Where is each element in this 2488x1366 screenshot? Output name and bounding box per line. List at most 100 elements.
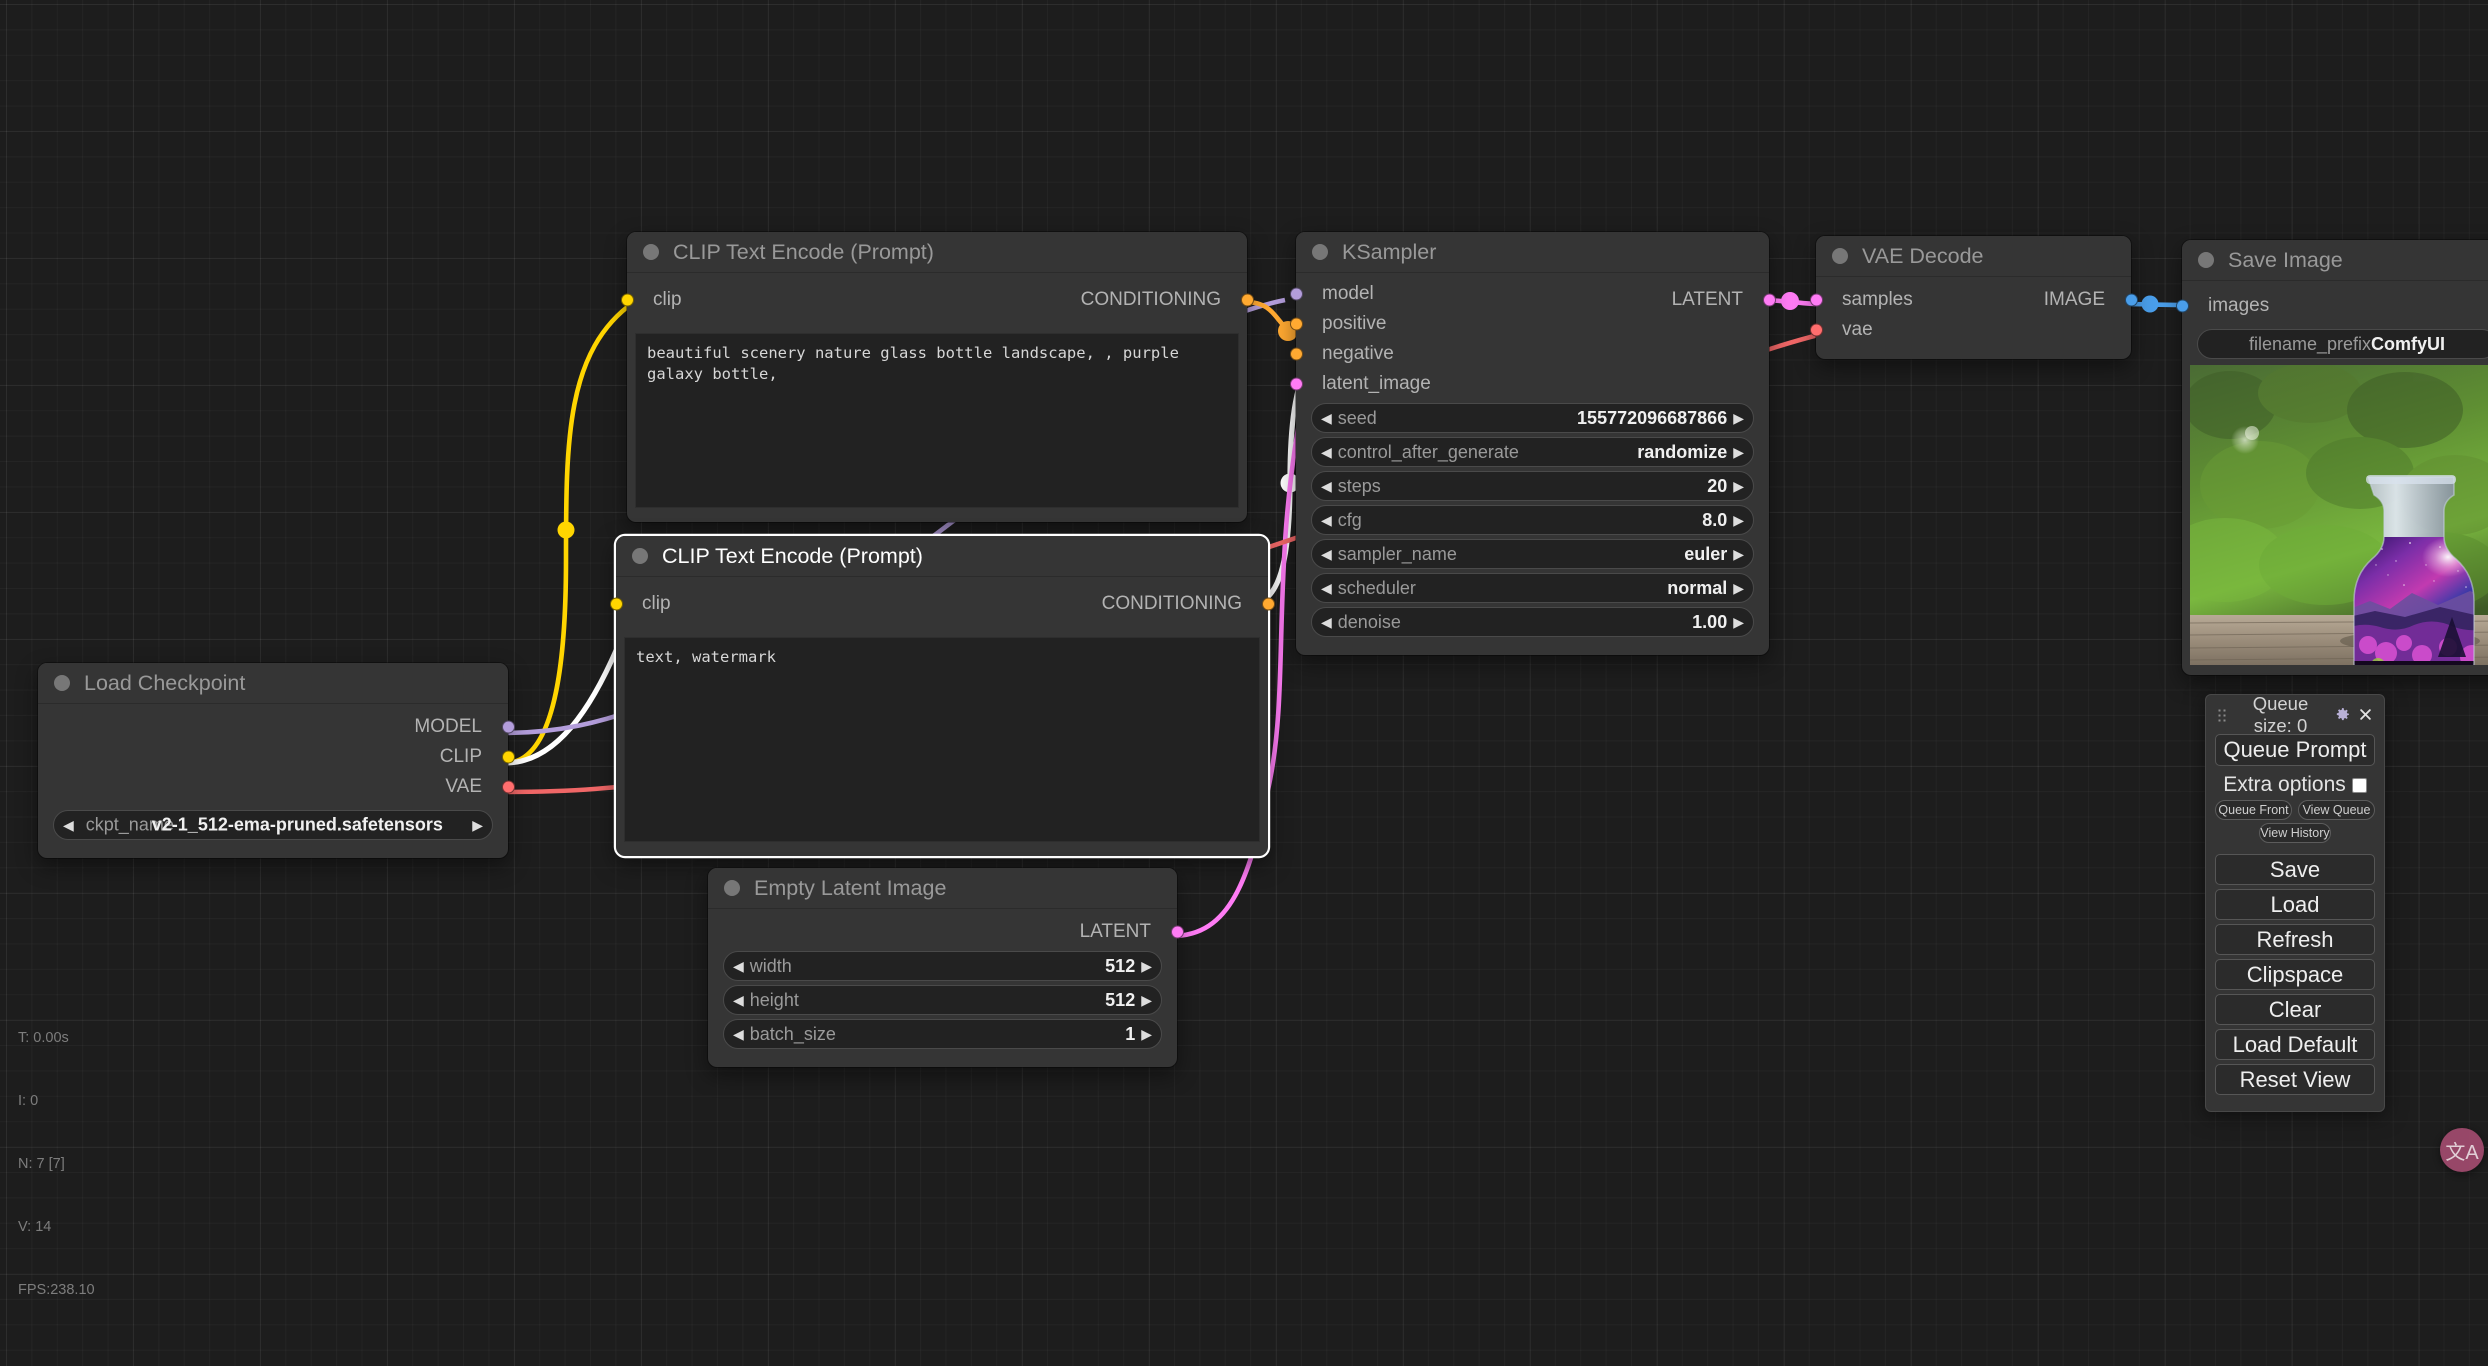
decrement-arrow-icon[interactable]: ◀ bbox=[733, 1027, 744, 1041]
increment-arrow-icon[interactable]: ▶ bbox=[1733, 547, 1744, 561]
node-title-bar[interactable]: Load Checkpoint bbox=[38, 663, 508, 704]
input-slot-negative[interactable]: negative bbox=[1289, 339, 1769, 369]
node-collapse-dot[interactable] bbox=[632, 548, 648, 564]
widget-denoise[interactable]: ◀ denoise 1.00 ▶ bbox=[1311, 607, 1754, 637]
vae-output-dot[interactable] bbox=[501, 780, 515, 794]
latent-output-dot[interactable] bbox=[1170, 925, 1184, 939]
node-collapse-dot[interactable] bbox=[1312, 244, 1328, 260]
node-title-bar[interactable]: Save Image bbox=[2182, 240, 2488, 281]
increment-arrow-icon[interactable]: ▶ bbox=[1733, 513, 1744, 527]
widget-seed[interactable]: ◀ seed 155772096687866 ▶ bbox=[1311, 403, 1754, 433]
increment-arrow-icon[interactable]: ▶ bbox=[1733, 479, 1744, 493]
output-slot-vae[interactable]: VAE bbox=[38, 772, 515, 802]
input-slot-positive[interactable]: positive bbox=[1289, 309, 1769, 339]
extra-options-row[interactable]: Extra options bbox=[2215, 773, 2375, 797]
input-slot-latent-image[interactable]: latent_image bbox=[1289, 369, 1769, 399]
decrement-arrow-icon[interactable]: ◀ bbox=[1321, 411, 1332, 425]
output-slot-clip[interactable]: CLIP bbox=[38, 742, 515, 772]
decrement-arrow-icon[interactable]: ◀ bbox=[1321, 581, 1332, 595]
widget-filename-prefix[interactable]: filename_prefix ComfyUI bbox=[2197, 329, 2488, 359]
output-slot-model[interactable]: MODEL bbox=[38, 712, 515, 742]
refresh-button[interactable]: Refresh bbox=[2215, 924, 2375, 955]
latent-image-input-dot[interactable] bbox=[1289, 377, 1303, 391]
widget-width[interactable]: ◀ width 512 ▶ bbox=[723, 951, 1162, 981]
save-button[interactable]: Save bbox=[2215, 854, 2375, 885]
positive-prompt-textarea[interactable]: beautiful scenery nature glass bottle la… bbox=[635, 333, 1239, 508]
negative-input-dot[interactable] bbox=[1289, 347, 1303, 361]
node-title-bar[interactable]: CLIP Text Encode (Prompt) bbox=[627, 232, 1247, 273]
menu-header[interactable]: Queue size: 0 bbox=[2215, 693, 2375, 736]
load-default-button[interactable]: Load Default bbox=[2215, 1029, 2375, 1060]
conditioning-output-dot[interactable] bbox=[1261, 597, 1275, 611]
decrement-arrow-icon[interactable]: ◀ bbox=[733, 993, 744, 1007]
node-collapse-dot[interactable] bbox=[54, 675, 70, 691]
decrement-arrow-icon[interactable]: ◀ bbox=[1321, 547, 1332, 561]
clipspace-button[interactable]: Clipspace bbox=[2215, 959, 2375, 990]
input-slot-samples[interactable]: samples bbox=[1809, 285, 2131, 315]
input-slot-vae[interactable]: vae bbox=[1809, 315, 2131, 345]
node-save-image[interactable]: Save Image images filename_prefix ComfyU… bbox=[2175, 240, 2488, 675]
decrement-arrow-icon[interactable]: ◀ bbox=[1321, 445, 1332, 459]
close-icon[interactable] bbox=[2358, 707, 2373, 722]
output-slot-conditioning[interactable]: CONDITIONING bbox=[1081, 285, 1254, 315]
node-title-bar[interactable]: KSampler bbox=[1296, 232, 1769, 273]
reset-view-button[interactable]: Reset View bbox=[2215, 1064, 2375, 1095]
increment-arrow-icon[interactable]: ▶ bbox=[1733, 581, 1744, 595]
decrement-arrow-icon[interactable]: ◀ bbox=[1321, 513, 1332, 527]
increment-arrow-icon[interactable]: ▶ bbox=[472, 818, 483, 832]
conditioning-output-dot[interactable] bbox=[1240, 293, 1254, 307]
node-load-checkpoint[interactable]: Load Checkpoint MODEL CLIP VAE ◀ ckpt_na… bbox=[38, 663, 515, 858]
clip-output-dot[interactable] bbox=[501, 750, 515, 764]
increment-arrow-icon[interactable]: ▶ bbox=[1141, 959, 1152, 973]
node-vae-decode[interactable]: VAE Decode IMAGE samples vae bbox=[1809, 236, 2138, 359]
view-queue-button[interactable]: View Queue bbox=[2298, 800, 2375, 820]
widget-sampler-name[interactable]: ◀ sampler_name euler ▶ bbox=[1311, 539, 1754, 569]
samples-input-dot[interactable] bbox=[1809, 293, 1823, 307]
decrement-arrow-icon[interactable]: ◀ bbox=[733, 959, 744, 973]
model-output-dot[interactable] bbox=[501, 720, 515, 734]
input-slot-clip[interactable]: clip bbox=[609, 589, 671, 619]
positive-input-dot[interactable] bbox=[1289, 317, 1303, 331]
node-collapse-dot[interactable] bbox=[724, 880, 740, 896]
clip-input-dot[interactable] bbox=[609, 597, 623, 611]
widget-control-after-generate[interactable]: ◀ control_after_generate randomize ▶ bbox=[1311, 437, 1754, 467]
model-input-dot[interactable] bbox=[1289, 287, 1303, 301]
node-collapse-dot[interactable] bbox=[1832, 248, 1848, 264]
input-slot-model[interactable]: model bbox=[1289, 279, 1769, 309]
negative-prompt-textarea[interactable]: text, watermark bbox=[624, 637, 1260, 842]
node-empty-latent-image[interactable]: Empty Latent Image LATENT ◀ width 512 ▶ … bbox=[708, 868, 1184, 1067]
node-collapse-dot[interactable] bbox=[2198, 252, 2214, 268]
gear-icon[interactable] bbox=[2334, 706, 2351, 723]
decrement-arrow-icon[interactable]: ◀ bbox=[1321, 479, 1332, 493]
graph-canvas[interactable]: CLIP Text Encode (Prompt) clip CONDITION… bbox=[0, 0, 2488, 1366]
increment-arrow-icon[interactable]: ▶ bbox=[1733, 411, 1744, 425]
node-title-bar[interactable]: Empty Latent Image bbox=[708, 868, 1177, 909]
load-button[interactable]: Load bbox=[2215, 889, 2375, 920]
vae-input-dot[interactable] bbox=[1809, 323, 1823, 337]
widget-steps[interactable]: ◀ steps 20 ▶ bbox=[1311, 471, 1754, 501]
output-slot-latent[interactable]: LATENT bbox=[708, 917, 1184, 947]
node-collapse-dot[interactable] bbox=[643, 244, 659, 260]
view-history-button[interactable]: View History bbox=[2259, 823, 2331, 843]
increment-arrow-icon[interactable]: ▶ bbox=[1141, 1027, 1152, 1041]
node-clip-text-encode-positive[interactable]: CLIP Text Encode (Prompt) clip CONDITION… bbox=[620, 232, 1254, 522]
queue-prompt-button[interactable]: Queue Prompt bbox=[2215, 734, 2375, 766]
output-slot-conditioning[interactable]: CONDITIONING bbox=[1102, 589, 1275, 619]
translate-icon[interactable]: 文A bbox=[2440, 1128, 2484, 1172]
decrement-arrow-icon[interactable]: ◀ bbox=[63, 818, 74, 832]
save-image-preview[interactable] bbox=[2190, 365, 2488, 665]
drag-handle-icon[interactable] bbox=[2217, 707, 2227, 722]
extra-options-checkbox[interactable] bbox=[2351, 777, 2367, 793]
widget-scheduler[interactable]: ◀ scheduler normal ▶ bbox=[1311, 573, 1754, 603]
decrement-arrow-icon[interactable]: ◀ bbox=[1321, 615, 1332, 629]
widget-ckpt-name[interactable]: ◀ ckpt_name v2-1_512-ema-pruned.safetens… bbox=[53, 810, 493, 840]
node-ksampler[interactable]: KSampler LATENT model positive negative … bbox=[1289, 232, 1776, 655]
increment-arrow-icon[interactable]: ▶ bbox=[1141, 993, 1152, 1007]
queue-front-button[interactable]: Queue Front bbox=[2215, 800, 2292, 820]
comfy-menu-panel[interactable]: Queue size: 0 Queue Prompt Extra options… bbox=[2205, 693, 2385, 1112]
widget-batch-size[interactable]: ◀ batch_size 1 ▶ bbox=[723, 1019, 1162, 1049]
widget-height[interactable]: ◀ height 512 ▶ bbox=[723, 985, 1162, 1015]
increment-arrow-icon[interactable]: ▶ bbox=[1733, 615, 1744, 629]
node-title-bar[interactable]: CLIP Text Encode (Prompt) bbox=[616, 536, 1268, 577]
node-title-bar[interactable]: VAE Decode bbox=[1816, 236, 2131, 277]
